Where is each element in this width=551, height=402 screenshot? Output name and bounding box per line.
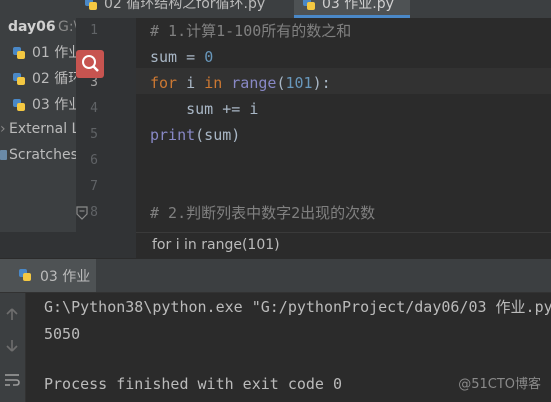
code-token: for xyxy=(150,74,187,92)
line-number: 4 xyxy=(90,101,98,116)
code-token: 0 xyxy=(204,48,214,66)
tree-item-label: External L xyxy=(9,121,76,137)
code-token: # 2.判断列表中数字2出现的次数 xyxy=(150,204,376,222)
tab-label: 02 循环结构之for循环.py xyxy=(104,0,266,12)
code-line: sum = 0 xyxy=(150,44,213,70)
code-token: range xyxy=(231,74,277,92)
code-token: (sum) xyxy=(195,126,241,144)
soft-wrap-icon[interactable] xyxy=(4,373,20,387)
line-number: 5 xyxy=(90,127,98,142)
tab-02-loop[interactable]: 02 循环结构之for循环.py xyxy=(76,0,284,16)
code-token: 101 xyxy=(285,74,313,92)
chevron-right-icon: › xyxy=(0,121,6,137)
console-line: G:\Python38\python.exe "G:/pythonProject… xyxy=(44,298,551,316)
python-file-icon xyxy=(85,0,97,10)
code-token: in xyxy=(204,74,232,92)
error-search-marker-icon[interactable] xyxy=(76,50,104,78)
breadcrumb-text: for i in range(101) xyxy=(152,237,280,253)
tab-03-homework[interactable]: 03 作业.py xyxy=(294,0,410,18)
code-token: sum += i xyxy=(150,100,259,118)
code-token: ): xyxy=(312,74,331,92)
console-line: 5050 xyxy=(44,325,81,343)
python-file-icon xyxy=(13,47,25,59)
watermark: @51CTO博客 xyxy=(458,377,541,392)
tree-root-label: day06 xyxy=(8,19,56,35)
line-number-gutter: 1 2 3 4 5 6 7 8 xyxy=(76,18,136,232)
console-line: Process finished with exit code 0 xyxy=(44,375,343,393)
code-line: # 1.计算1-100所有的数之和 xyxy=(150,18,351,44)
tree-item-label: 03 作业 xyxy=(32,97,76,113)
run-tab[interactable]: 03 作业 xyxy=(0,259,96,292)
project-tree: day06 G:\ 01 作业 02 循环 03 作业 › External L… xyxy=(0,0,76,232)
code-editor[interactable]: # 1.计算1-100所有的数之和 sum = 0 for i in range(1… xyxy=(136,18,551,232)
code-line: sum += i xyxy=(150,96,258,122)
breadcrumb[interactable]: for i in range(101) xyxy=(136,232,551,259)
line-number: 1 xyxy=(90,23,98,38)
tree-item-label: 02 循环 xyxy=(32,71,76,87)
python-file-icon xyxy=(13,73,25,85)
arrow-down-icon[interactable] xyxy=(5,339,19,353)
code-token: sum = xyxy=(150,48,205,66)
tree-item-label: Scratches xyxy=(9,147,76,163)
code-token: # 1.计算1-100所有的数之和 xyxy=(150,22,352,40)
code-line: for i in range(101): xyxy=(150,70,331,96)
code-token: i xyxy=(186,74,205,92)
scratches-icon xyxy=(0,150,7,160)
tree-item-label: 01 作业 xyxy=(32,45,76,61)
code-token: print xyxy=(150,126,196,144)
editor-tabs: 02 循环结构之for循环.py 03 作业.py xyxy=(76,0,551,18)
python-file-icon xyxy=(303,0,315,10)
code-line: print(sum) xyxy=(150,122,240,148)
fold-marker-icon[interactable] xyxy=(76,206,88,220)
code-line: # 2.判断列表中数字2出现的次数 xyxy=(150,200,375,226)
arrow-up-icon[interactable] xyxy=(5,307,19,321)
line-number: 6 xyxy=(90,153,98,168)
python-file-icon xyxy=(13,99,25,111)
tree-root-path: G:\ xyxy=(58,19,76,35)
run-toolbar xyxy=(0,293,26,402)
python-file-icon xyxy=(19,269,31,281)
tab-label: 03 作业.py xyxy=(322,0,394,12)
line-number: 7 xyxy=(90,179,98,194)
run-tab-label: 03 作业 xyxy=(40,269,91,285)
breadcrumb-gutter xyxy=(0,232,136,258)
